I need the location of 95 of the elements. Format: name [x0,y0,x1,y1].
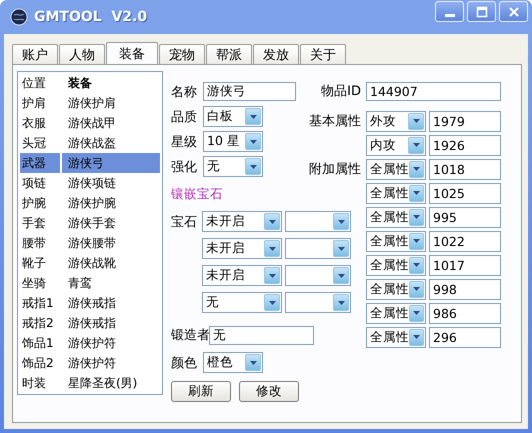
dropdown[interactable]: 全属性 [366,326,426,348]
maximize-button[interactable] [467,1,496,22]
forger-field[interactable]: 无 [209,326,314,344]
item-cell[interactable]: 游侠战盔 [62,133,160,153]
maximize-icon [476,6,488,18]
slot-cell[interactable]: 腰带 [20,233,60,253]
minimize-icon [444,14,454,16]
item-cell[interactable]: 游侠腰带 [62,233,160,253]
dropdown[interactable]: 10 星 [203,131,263,152]
dropdown[interactable]: 未开启 [202,211,282,232]
dropdown[interactable]: 无 [202,292,282,313]
window-title: GMTOOL V2.0 [34,9,148,25]
value-field[interactable]: 1025 [429,182,501,204]
item-cell[interactable]: 游侠战靴 [62,253,160,273]
dropdown[interactable] [285,211,351,232]
item-cell[interactable]: 游侠护肩 [62,93,160,113]
dropdown[interactable]: 无 [203,156,263,177]
item-cell[interactable]: 游侠戒指 [62,293,160,313]
column-header: 位置 [21,74,47,92]
item-cell[interactable]: 青鸾 [62,273,160,293]
field-label: 宝石 [171,214,198,230]
slot-cell[interactable]: 戒指2 [20,313,60,333]
tab[interactable]: 装备 [106,42,158,64]
slot-cell[interactable]: 饰品1 [20,333,60,353]
close-button[interactable] [499,1,528,22]
item-cell[interactable]: 游侠护符 [62,353,160,373]
tab[interactable]: 宠物 [159,44,205,64]
item-cell[interactable]: 游侠战甲 [62,113,160,133]
slot-cell[interactable]: 项链 [20,173,60,193]
item-cell[interactable]: 游侠护腕 [62,193,160,213]
item-cell[interactable]: 游侠护符 [62,333,160,353]
close-icon [508,6,520,18]
dropdown[interactable]: 全属性 [366,254,426,276]
globe-icon [10,8,28,26]
tab[interactable]: 帮派 [206,44,252,64]
dropdown[interactable] [285,238,351,259]
slot-cell[interactable]: 靴子 [20,253,60,273]
action-button[interactable]: 修改 [239,381,299,402]
item-id-field[interactable]: 144907 [366,82,501,101]
field-label: 品质 [171,108,198,126]
slot-cell[interactable]: 时装 [20,373,60,393]
value-field[interactable]: 1926 [429,134,501,156]
field-label: 锻造者 [171,327,210,344]
field-label: 附加属性 [309,161,361,178]
minimize-button[interactable] [435,1,464,22]
slot-cell[interactable]: 护腕 [20,193,60,213]
dropdown[interactable]: 白板 [203,106,263,127]
slot-cell[interactable]: 护肩 [20,93,60,113]
dropdown[interactable]: 外攻 [366,110,426,132]
action-button[interactable]: 刷新 [171,381,231,402]
item-cell[interactable]: 游侠项链 [62,173,160,193]
item-cell[interactable]: 星降圣夜(男) [62,373,160,393]
dropdown[interactable]: 全属性 [366,206,426,228]
slot-cell[interactable]: 戒指1 [20,293,60,313]
slot-cell[interactable]: 头冠 [20,133,60,153]
value-field[interactable]: 986 [429,302,501,324]
slot-cell[interactable]: 手套 [20,213,60,233]
dropdown[interactable] [285,265,351,286]
tab[interactable]: 人物 [59,44,105,64]
dropdown[interactable]: 全属性 [366,278,426,300]
dropdown[interactable]: 全属性 [366,158,426,180]
value-field[interactable]: 1979 [429,110,501,132]
dropdown[interactable]: 橙色 [203,352,263,373]
dropdown[interactable]: 全属性 [366,302,426,324]
name-field[interactable]: 游侠弓 [203,82,296,101]
value-field[interactable]: 1018 [429,158,501,180]
column-header: 装备 [67,74,93,92]
field-label: 强化 [171,158,198,176]
tab[interactable]: 发放 [253,44,299,64]
field-label: 基本属性 [309,113,361,130]
value-field[interactable]: 1022 [429,230,501,252]
value-field[interactable]: 296 [429,326,501,348]
item-cell[interactable]: 游侠弓 [62,153,160,173]
field-label: 物品ID [321,83,361,100]
tab[interactable]: 关于 [300,44,346,64]
item-cell[interactable]: 游侠戒指 [62,313,160,333]
dropdown[interactable]: 未开启 [202,265,282,286]
tab[interactable]: 账户 [12,44,58,64]
dropdown[interactable]: 内攻 [366,134,426,156]
dropdown[interactable]: 全属性 [366,230,426,252]
dropdown[interactable] [285,292,351,313]
slot-cell[interactable]: 武器 [20,153,60,173]
value-field[interactable]: 998 [429,278,501,300]
item-cell[interactable]: 游侠手套 [62,213,160,233]
slot-cell[interactable]: 衣服 [20,113,60,133]
value-field[interactable]: 1017 [429,254,501,276]
slot-cell[interactable]: 坐骑 [20,273,60,293]
field-label: 颜色 [171,354,198,372]
dropdown[interactable]: 全属性 [366,182,426,204]
value-field[interactable]: 995 [429,206,501,228]
slot-cell[interactable]: 饰品2 [20,353,60,373]
dropdown[interactable]: 未开启 [202,238,282,259]
field-label: 星级 [171,134,198,150]
field-label: 名称 [171,84,198,100]
section-heading: 镶嵌宝石 [171,185,224,203]
